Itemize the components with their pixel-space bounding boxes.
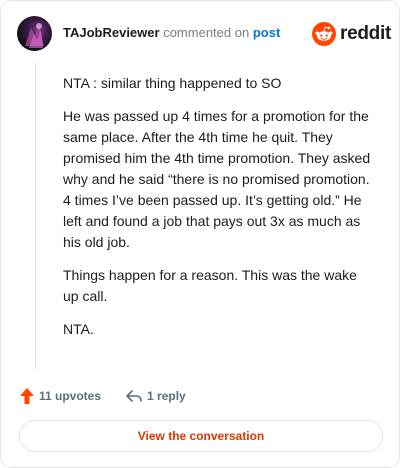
comment-body: NTA : similar thing happened to SO He wa…: [63, 73, 375, 352]
avatar-image-icon: [25, 23, 44, 48]
commented-on-text: commented on: [163, 25, 250, 40]
reddit-logo[interactable]: reddit: [312, 22, 391, 46]
upvote-button[interactable]: 11 upvotes: [19, 387, 101, 405]
comment-embed-card: TAJobReviewer commented on post reddit N…: [0, 0, 400, 468]
comment-paragraph: He was passed up 4 times for a promotion…: [63, 108, 371, 250]
thread-line: [35, 63, 36, 369]
reply-count: 1 reply: [147, 389, 186, 403]
post-link[interactable]: post: [253, 25, 280, 40]
comment-header: TAJobReviewer commented on post: [63, 25, 280, 41]
comment-actions: 11 upvotes 1 reply: [19, 387, 186, 405]
view-conversation-button[interactable]: View the conversation: [19, 420, 383, 452]
upvote-arrow-icon: [20, 388, 34, 404]
comment-paragraph: NTA.: [63, 321, 94, 337]
upvote-count: 11 upvotes: [39, 389, 102, 403]
reply-button[interactable]: 1 reply: [125, 388, 186, 404]
reddit-snoo-icon: [312, 22, 336, 46]
reply-arrow-icon: [126, 390, 142, 402]
comment-paragraph: NTA : similar thing happened to SO: [63, 75, 282, 91]
avatar[interactable]: [17, 16, 52, 51]
reddit-wordmark: reddit: [340, 23, 391, 44]
comment-paragraph: Things happen for a reason. This was the…: [63, 267, 357, 304]
username-link[interactable]: TAJobReviewer: [63, 25, 160, 40]
